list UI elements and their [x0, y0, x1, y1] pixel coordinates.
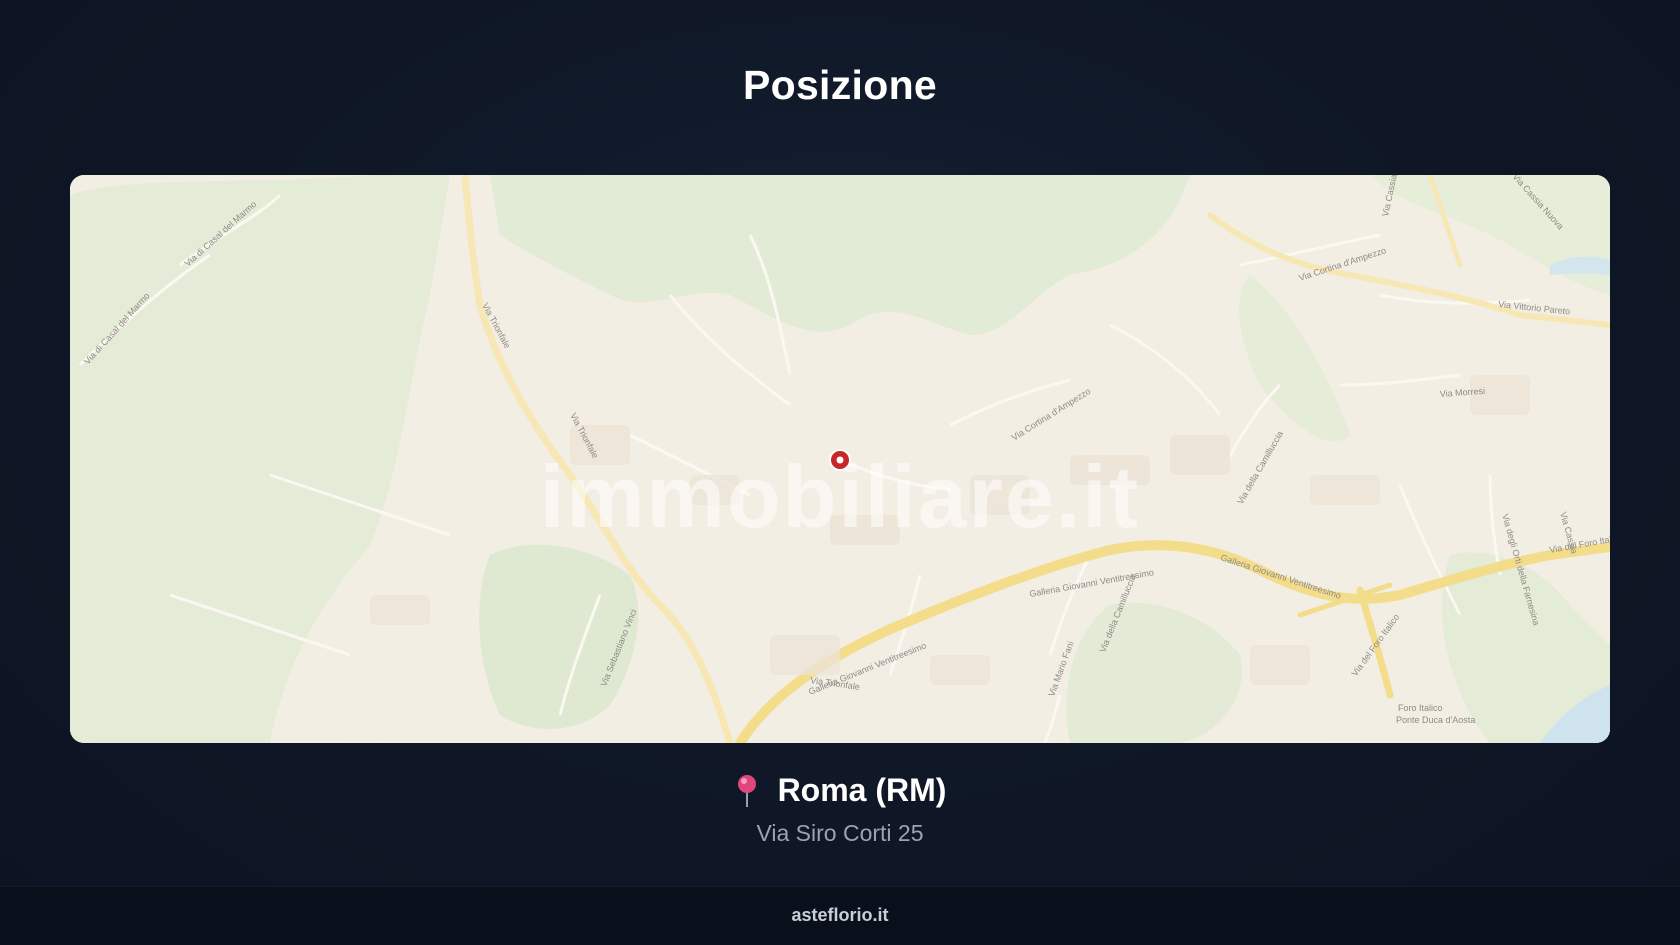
map-marker-icon[interactable] — [829, 449, 851, 471]
location-map[interactable]: Via di Casal del Marmo Via di Casal del … — [70, 175, 1610, 743]
footer-site-name[interactable]: asteflorio.it — [0, 905, 1680, 926]
round-pushpin-icon — [734, 774, 760, 808]
city-name: Roma (RM) — [777, 772, 947, 808]
street-label: Ponte Duca d'Aosta — [1396, 715, 1475, 725]
street-address: Via Siro Corti 25 — [756, 820, 924, 846]
footer: asteflorio.it — [0, 886, 1680, 945]
section-title: Posizione — [742, 62, 938, 108]
street-label: Foro Italico — [1398, 703, 1443, 713]
location-heading: Roma (RM) — [0, 772, 1680, 809]
